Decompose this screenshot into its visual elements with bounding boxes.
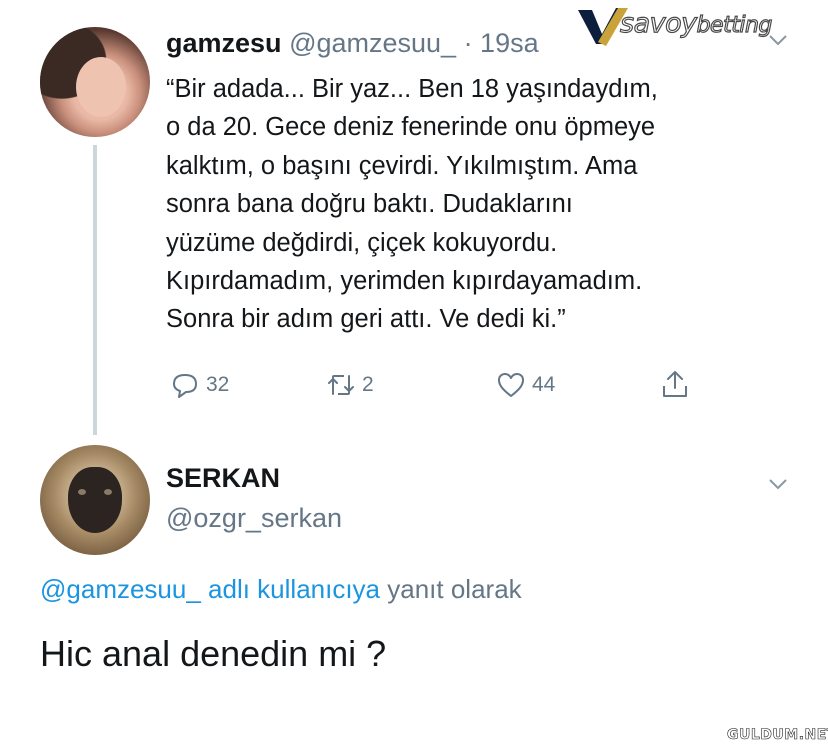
like-button[interactable]: 44 bbox=[496, 370, 555, 400]
reply-button[interactable]: 32 bbox=[170, 370, 229, 400]
tweet2-text: Hic anal denedin mi ? bbox=[40, 633, 387, 674]
retweet-count: 2 bbox=[362, 373, 374, 396]
site-watermark: GULDUM.NET bbox=[727, 727, 828, 744]
logo-light-text: betting bbox=[696, 12, 773, 38]
avatar-dog-face bbox=[68, 467, 122, 533]
share-button[interactable] bbox=[660, 368, 690, 400]
avatar-dog-eye bbox=[104, 489, 112, 495]
avatar-dog-eye bbox=[78, 489, 86, 495]
avatar-serkan[interactable] bbox=[40, 445, 150, 555]
tweet1-time[interactable]: · 19sa bbox=[456, 28, 539, 58]
reply-suffix: yanıt olarak bbox=[380, 574, 522, 604]
reply-mention-link[interactable]: @gamzesuu_ adlı kullanıcıya bbox=[40, 574, 380, 604]
tweet1-text-line: Sonra bir adım geri attı. Ve dedi ki.” bbox=[166, 305, 566, 334]
tweet1-text-line: yüzüme değdirdi, çiçek kokuyordu. bbox=[166, 228, 558, 257]
tweet1-text-line: Kıpırdamadım, yerimden kıpırdayamadım. bbox=[166, 267, 643, 296]
replying-to: @gamzesuu_ adlı kullanıcıya yanıt olarak bbox=[40, 574, 522, 605]
like-icon bbox=[498, 373, 524, 397]
tweet1-display-name[interactable]: gamzesu bbox=[166, 28, 282, 58]
avatar-gamzesu[interactable] bbox=[40, 27, 150, 137]
tweet1-header: gamzesu @gamzesuu_ · 19sa bbox=[166, 28, 539, 59]
logo-main-text: savoy bbox=[619, 7, 697, 39]
tweet2-handle[interactable]: @ozgr_serkan bbox=[166, 503, 342, 534]
savoy-logo-text: savoybetting bbox=[619, 7, 773, 39]
tweet1-text-line: o da 20. Gece deniz fenerinde onu öpmeye bbox=[166, 113, 656, 142]
share-icon bbox=[663, 371, 687, 397]
avatar-face bbox=[76, 57, 126, 117]
like-count: 44 bbox=[532, 373, 556, 396]
chevron-down-icon[interactable] bbox=[768, 33, 788, 47]
tweet1-handle[interactable]: @gamzesuu_ bbox=[289, 28, 456, 58]
reply-count: 32 bbox=[206, 373, 230, 396]
thread-connector-line bbox=[93, 145, 97, 435]
tweet2-display-name[interactable]: SERKAN bbox=[166, 463, 280, 494]
tweet1-text: “Bir adada... Bir yaz... Ben 18 yaşınday… bbox=[166, 70, 796, 339]
tweet1-text-line: sonra bana doğru baktı. Dudaklarını bbox=[166, 190, 573, 219]
reply-icon bbox=[173, 374, 197, 398]
tweet1-text-line: “Bir adada... Bir yaz... Ben 18 yaşınday… bbox=[166, 75, 658, 103]
tweet1-text-line: kalktım, o başını çevirdi. Yıkılmıştım. … bbox=[166, 151, 638, 180]
retweet-button[interactable]: 2 bbox=[326, 370, 374, 400]
chevron-down-icon[interactable] bbox=[768, 477, 788, 491]
retweet-icon bbox=[328, 375, 354, 395]
